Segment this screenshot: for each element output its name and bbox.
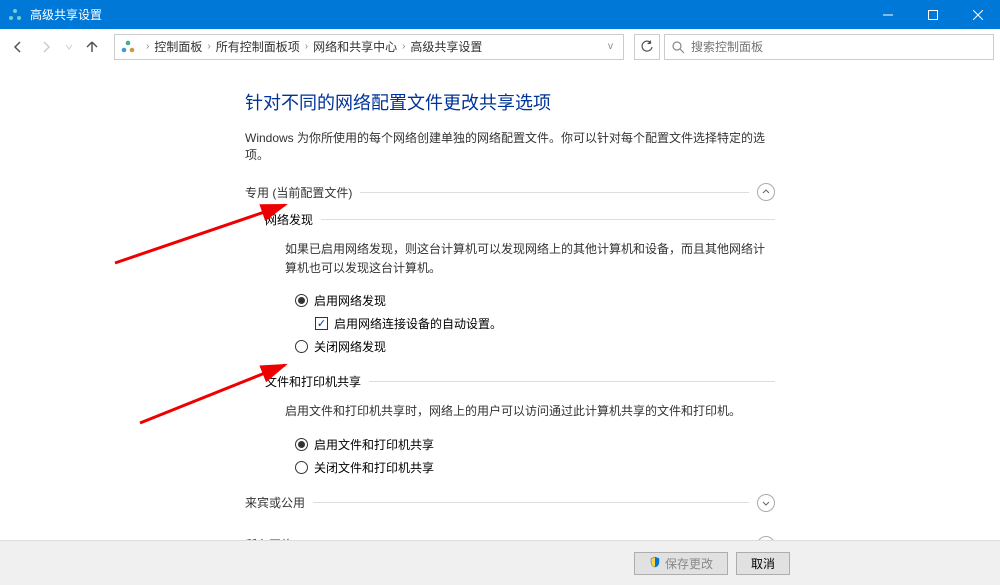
chevron-up-icon <box>757 183 775 201</box>
group-file-sharing: 文件和打印机共享 启用文件和打印机共享时，网络上的用户可以访问通过此计算机共享的… <box>265 373 775 475</box>
divider <box>321 219 775 220</box>
group-title: 文件和打印机共享 <box>265 373 361 390</box>
group-network-discovery: 网络发现 如果已启用网络发现，则这台计算机可以发现网络上的其他计算机和设备，而且… <box>265 211 775 355</box>
radio-icon <box>295 340 308 353</box>
refresh-button[interactable] <box>634 34 660 60</box>
divider <box>360 192 749 193</box>
divider <box>313 502 749 503</box>
up-button[interactable] <box>80 35 104 59</box>
radio-icon <box>295 294 308 307</box>
group-title: 网络发现 <box>265 211 313 228</box>
group-description: 如果已启用网络发现，则这台计算机可以发现网络上的其他计算机和设备，而且其他网络计… <box>285 240 775 278</box>
checkbox-icon: ✓ <box>315 317 328 330</box>
chevron-right-icon: › <box>402 41 405 52</box>
breadcrumb-item[interactable]: 所有控制面板项 <box>216 38 300 55</box>
chevron-down-icon <box>757 494 775 512</box>
chevron-right-icon: › <box>146 41 149 52</box>
chevron-right-icon: › <box>207 41 210 52</box>
recent-dropdown[interactable] <box>62 35 76 59</box>
titlebar: 高级共享设置 <box>0 0 1000 29</box>
cancel-button[interactable]: 取消 <box>736 552 790 575</box>
control-panel-icon <box>119 38 137 56</box>
breadcrumb-item[interactable]: 高级共享设置 <box>410 38 482 55</box>
radio-enable-sharing[interactable]: 启用文件和打印机共享 <box>295 436 775 453</box>
maximize-button[interactable] <box>910 0 955 29</box>
window-title: 高级共享设置 <box>30 6 865 23</box>
chevron-right-icon: › <box>305 41 308 52</box>
divider <box>369 381 775 382</box>
button-label: 取消 <box>751 555 775 572</box>
search-icon <box>671 40 685 54</box>
radio-disable-discovery[interactable]: 关闭网络发现 <box>295 338 775 355</box>
group-description: 启用文件和打印机共享时，网络上的用户可以访问通过此计算机共享的文件和打印机。 <box>285 402 775 421</box>
app-icon <box>0 8 30 22</box>
search-box[interactable] <box>664 34 994 60</box>
search-input[interactable] <box>691 40 987 54</box>
radio-disable-sharing[interactable]: 关闭文件和打印机共享 <box>295 459 775 476</box>
back-button[interactable] <box>6 35 30 59</box>
forward-button[interactable] <box>34 35 58 59</box>
radio-label: 启用文件和打印机共享 <box>314 436 434 453</box>
radio-enable-discovery[interactable]: 启用网络发现 <box>295 292 775 309</box>
profile-private-header[interactable]: 专用 (当前配置文件) <box>245 183 775 201</box>
radio-icon <box>295 438 308 451</box>
page-description: Windows 为你所使用的每个网络创建单独的网络配置文件。你可以针对每个配置文… <box>245 129 775 163</box>
save-button[interactable]: 保存更改 <box>634 552 728 575</box>
profile-guest-header[interactable]: 来宾或公用 <box>245 494 775 512</box>
shield-icon <box>649 556 661 571</box>
minimize-button[interactable] <box>865 0 910 29</box>
footer: 保存更改 取消 <box>0 540 1000 585</box>
profile-label: 来宾或公用 <box>245 494 305 511</box>
profile-label: 专用 (当前配置文件) <box>245 184 352 201</box>
checkbox-auto-setup[interactable]: ✓ 启用网络连接设备的自动设置。 <box>315 315 775 332</box>
radio-label: 关闭文件和打印机共享 <box>314 459 434 476</box>
radio-icon <box>295 461 308 474</box>
breadcrumb-item[interactable]: 控制面板 <box>154 38 202 55</box>
breadcrumb-dropdown[interactable]: v <box>602 41 619 52</box>
page-title: 针对不同的网络配置文件更改共享选项 <box>245 89 775 115</box>
content-area: 针对不同的网络配置文件更改共享选项 Windows 为你所使用的每个网络创建单独… <box>0 65 1000 540</box>
button-label: 保存更改 <box>665 555 713 572</box>
navbar: › 控制面板 › 所有控制面板项 › 网络和共享中心 › 高级共享设置 v <box>0 29 1000 65</box>
checkbox-label: 启用网络连接设备的自动设置。 <box>334 315 502 332</box>
radio-label: 启用网络发现 <box>314 292 386 309</box>
breadcrumb[interactable]: › 控制面板 › 所有控制面板项 › 网络和共享中心 › 高级共享设置 v <box>114 34 624 60</box>
close-button[interactable] <box>955 0 1000 29</box>
radio-label: 关闭网络发现 <box>314 338 386 355</box>
breadcrumb-item[interactable]: 网络和共享中心 <box>313 38 397 55</box>
